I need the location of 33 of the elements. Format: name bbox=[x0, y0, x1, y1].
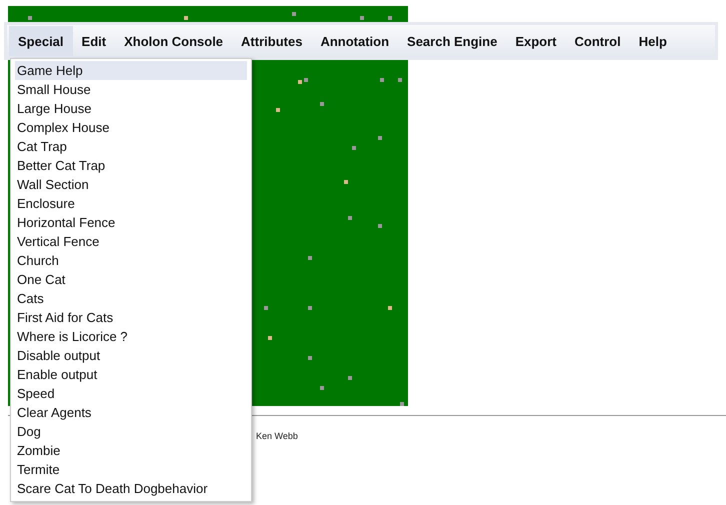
menu-option[interactable]: Termite bbox=[15, 460, 247, 479]
menu-option[interactable]: Church bbox=[15, 251, 247, 270]
menu-option[interactable]: Better Cat Trap bbox=[15, 156, 247, 175]
menu-option[interactable]: Complex House bbox=[15, 118, 247, 137]
menu-option[interactable]: Horizontal Fence bbox=[15, 213, 247, 232]
menu-option[interactable]: Wall Section bbox=[15, 175, 247, 194]
menu-option[interactable]: Zombie bbox=[15, 441, 247, 460]
menu-option[interactable]: Game Help bbox=[15, 61, 247, 80]
menu-option[interactable]: Scare Cat To Death Dogbehavior bbox=[15, 479, 247, 498]
menu-item[interactable]: Help bbox=[630, 26, 676, 56]
menu-option[interactable]: Cats bbox=[15, 289, 247, 308]
menu-item[interactable]: Attributes bbox=[232, 26, 312, 56]
menu-item[interactable]: Edit bbox=[72, 26, 116, 56]
menu-option[interactable]: Where is Licorice ? bbox=[15, 327, 247, 346]
menu-option[interactable]: First Aid for Cats bbox=[15, 308, 247, 327]
menu-item[interactable]: Search Engine bbox=[398, 26, 506, 56]
menu-item[interactable]: Xholon Console bbox=[115, 26, 232, 56]
menu-option[interactable]: Speed bbox=[15, 384, 247, 403]
menu-option[interactable]: Large House bbox=[15, 99, 247, 118]
menu-item[interactable]: Export bbox=[506, 26, 566, 56]
menu-option[interactable]: Cat Trap bbox=[15, 137, 247, 156]
menu-option[interactable]: Dog bbox=[15, 422, 247, 441]
menu-item[interactable]: Control bbox=[566, 26, 630, 56]
menu-item[interactable]: Annotation bbox=[311, 26, 398, 56]
menu-option[interactable]: One Cat bbox=[15, 270, 247, 289]
menu-item[interactable]: Special bbox=[9, 26, 73, 56]
author-name: Ken Webb bbox=[256, 431, 298, 441]
menu-option[interactable]: Enable output bbox=[15, 365, 247, 384]
menu-option[interactable]: Enclosure bbox=[15, 194, 247, 213]
menu-option[interactable]: Small House bbox=[15, 80, 247, 99]
menu-option[interactable]: Vertical Fence bbox=[15, 232, 247, 251]
menu-option[interactable]: Disable output bbox=[15, 346, 247, 365]
menu-option[interactable]: Clear Agents bbox=[15, 403, 247, 422]
